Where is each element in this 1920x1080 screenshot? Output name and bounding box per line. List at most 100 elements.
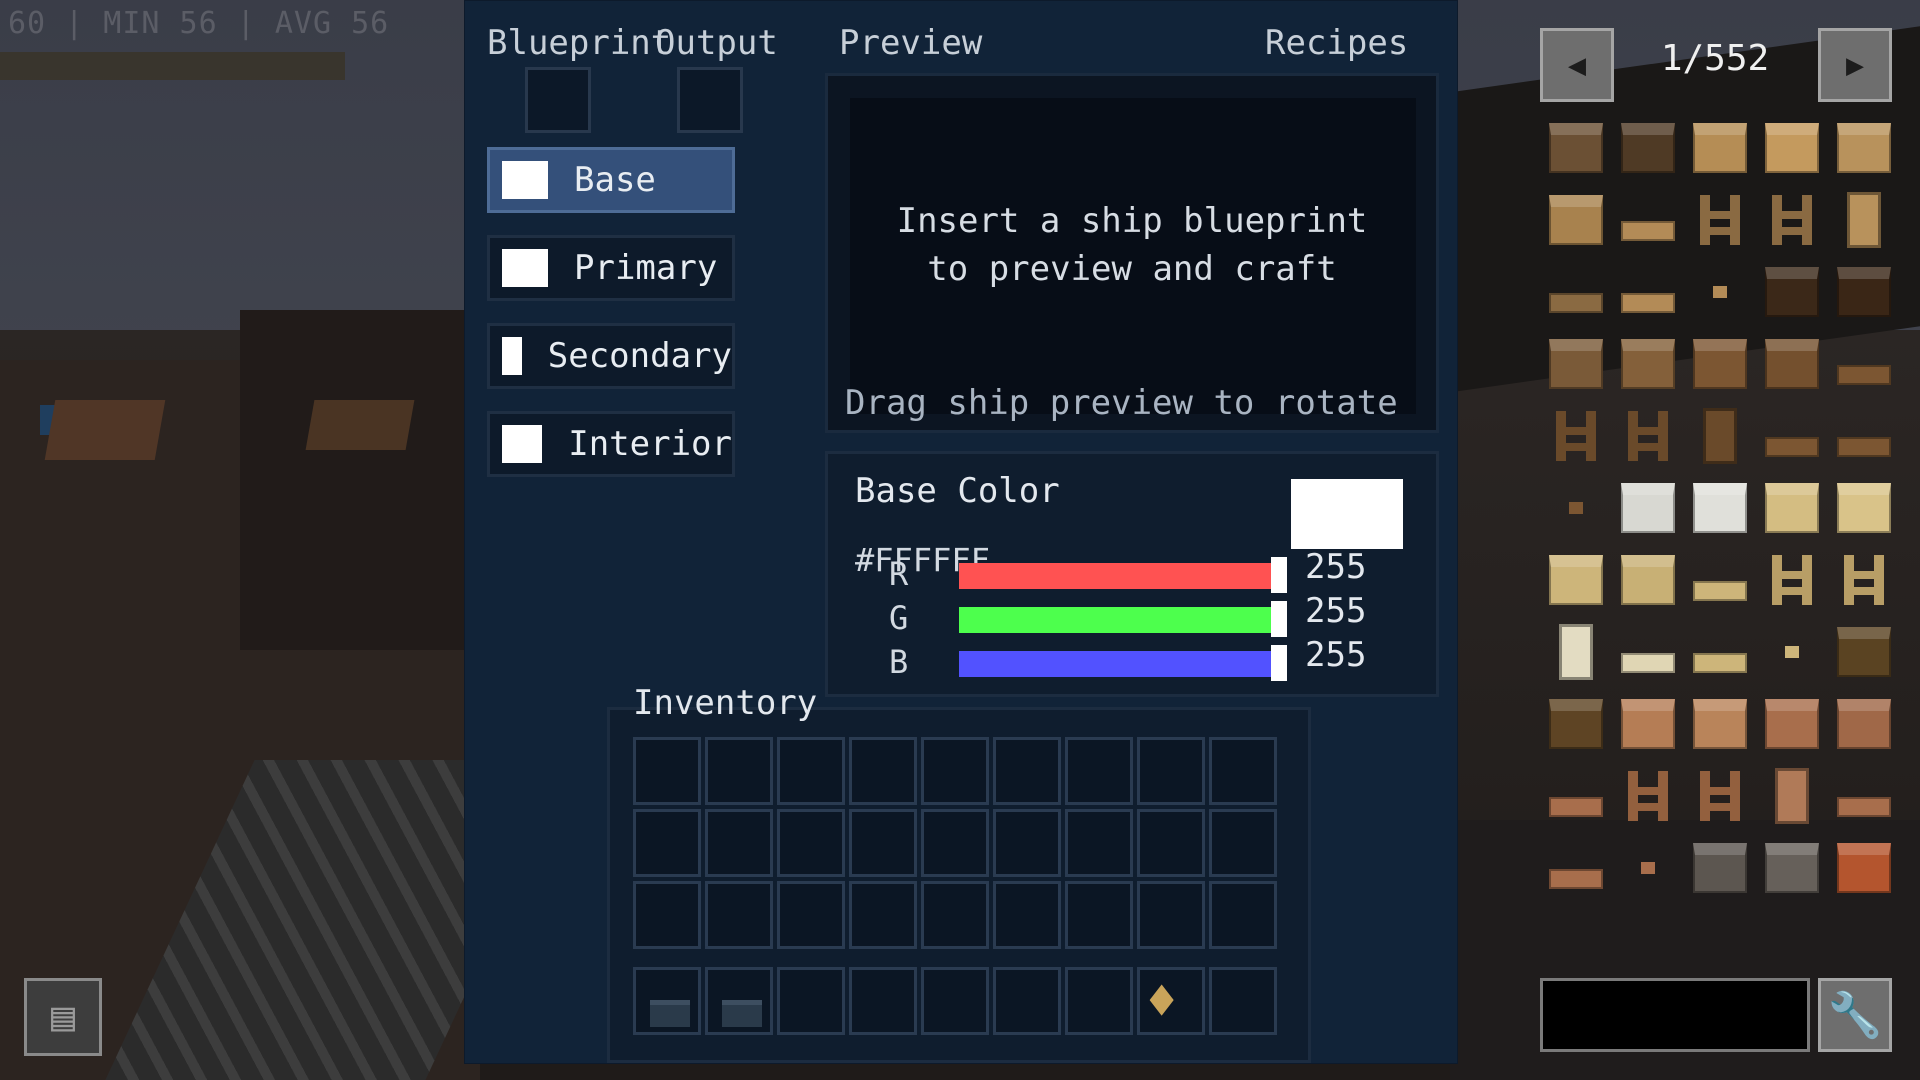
- recipe-item[interactable]: [1540, 760, 1612, 832]
- hotbar-slot[interactable]: [633, 967, 701, 1035]
- layer-button-primary[interactable]: Primary: [487, 235, 735, 301]
- recipe-item[interactable]: [1684, 472, 1756, 544]
- recipe-item[interactable]: [1540, 832, 1612, 904]
- recipe-item[interactable]: [1540, 688, 1612, 760]
- hotbar-slot[interactable]: ♦: [1137, 967, 1205, 1035]
- recipe-item[interactable]: [1756, 616, 1828, 688]
- hotbar-slot[interactable]: [849, 967, 917, 1035]
- recipe-item[interactable]: [1684, 184, 1756, 256]
- recipe-item[interactable]: [1828, 112, 1900, 184]
- recipe-item[interactable]: [1684, 328, 1756, 400]
- green-slider[interactable]: [959, 607, 1275, 633]
- recipe-item[interactable]: [1828, 832, 1900, 904]
- recipe-item[interactable]: [1828, 256, 1900, 328]
- recipe-item[interactable]: [1540, 256, 1612, 328]
- inventory-slot[interactable]: [705, 881, 773, 949]
- recipe-item[interactable]: [1540, 472, 1612, 544]
- recipe-item[interactable]: [1828, 400, 1900, 472]
- inventory-slot[interactable]: [777, 881, 845, 949]
- inventory-slot[interactable]: [777, 737, 845, 805]
- recipe-item[interactable]: [1540, 112, 1612, 184]
- inventory-slot[interactable]: [849, 809, 917, 877]
- recipe-item[interactable]: [1828, 688, 1900, 760]
- inventory-slot[interactable]: [849, 737, 917, 805]
- inventory-slot[interactable]: [633, 809, 701, 877]
- recipe-item[interactable]: [1684, 256, 1756, 328]
- recipe-item[interactable]: [1756, 400, 1828, 472]
- inventory-slot[interactable]: [633, 737, 701, 805]
- recipe-item[interactable]: [1684, 400, 1756, 472]
- recipe-item[interactable]: [1828, 328, 1900, 400]
- inventory-slot[interactable]: [1209, 809, 1277, 877]
- recipe-book-button[interactable]: ▤: [24, 978, 102, 1056]
- inventory-slot[interactable]: [921, 809, 989, 877]
- inventory-slot[interactable]: [1209, 881, 1277, 949]
- recipe-item[interactable]: [1540, 544, 1612, 616]
- recipe-item[interactable]: [1540, 328, 1612, 400]
- inventory-slot[interactable]: [1065, 881, 1133, 949]
- recipe-item[interactable]: [1612, 832, 1684, 904]
- recipe-item[interactable]: [1756, 112, 1828, 184]
- prev-page-button[interactable]: ◀: [1540, 28, 1614, 102]
- hotbar-slot[interactable]: [993, 967, 1061, 1035]
- recipe-item[interactable]: [1828, 544, 1900, 616]
- layer-button-secondary[interactable]: Secondary: [487, 323, 735, 389]
- red-slider-handle[interactable]: [1271, 557, 1287, 593]
- layer-button-base[interactable]: Base: [487, 147, 735, 213]
- recipe-item[interactable]: [1828, 616, 1900, 688]
- recipe-item[interactable]: [1756, 760, 1828, 832]
- recipe-item[interactable]: [1684, 832, 1756, 904]
- inventory-slot[interactable]: [921, 881, 989, 949]
- recipe-item[interactable]: [1684, 112, 1756, 184]
- recipe-item[interactable]: [1612, 256, 1684, 328]
- recipe-item[interactable]: [1756, 832, 1828, 904]
- layer-button-interior[interactable]: Interior: [487, 411, 735, 477]
- blueprint-slot[interactable]: [525, 67, 591, 133]
- inventory-slot[interactable]: [1137, 881, 1205, 949]
- recipe-item[interactable]: [1612, 112, 1684, 184]
- blue-slider[interactable]: [959, 651, 1275, 677]
- recipe-search-input[interactable]: [1540, 978, 1810, 1052]
- recipe-item[interactable]: [1756, 472, 1828, 544]
- recipe-item[interactable]: [1540, 616, 1612, 688]
- hotbar-slot[interactable]: [1065, 967, 1133, 1035]
- inventory-slot[interactable]: [993, 881, 1061, 949]
- recipe-item[interactable]: [1612, 760, 1684, 832]
- recipe-item[interactable]: [1612, 688, 1684, 760]
- hotbar-slot[interactable]: [921, 967, 989, 1035]
- recipe-item[interactable]: [1684, 688, 1756, 760]
- recipe-item[interactable]: [1756, 328, 1828, 400]
- recipe-item[interactable]: [1756, 256, 1828, 328]
- recipe-item[interactable]: [1612, 328, 1684, 400]
- recipe-item[interactable]: [1684, 616, 1756, 688]
- recipe-item[interactable]: [1684, 544, 1756, 616]
- inventory-slot[interactable]: [1137, 737, 1205, 805]
- next-page-button[interactable]: ▶: [1818, 28, 1892, 102]
- hotbar-slot[interactable]: [777, 967, 845, 1035]
- recipe-item[interactable]: [1612, 184, 1684, 256]
- inventory-slot[interactable]: [705, 809, 773, 877]
- recipe-item[interactable]: [1612, 544, 1684, 616]
- inventory-slot[interactable]: [777, 809, 845, 877]
- inventory-slot[interactable]: [1209, 737, 1277, 805]
- recipe-item[interactable]: [1756, 184, 1828, 256]
- inventory-slot[interactable]: [705, 737, 773, 805]
- recipe-item[interactable]: [1612, 616, 1684, 688]
- output-slot[interactable]: [677, 67, 743, 133]
- recipe-item[interactable]: [1756, 544, 1828, 616]
- inventory-slot[interactable]: [1065, 809, 1133, 877]
- inventory-slot[interactable]: [1065, 737, 1133, 805]
- recipe-item[interactable]: [1828, 184, 1900, 256]
- recipe-item[interactable]: [1684, 760, 1756, 832]
- hotbar-slot[interactable]: [1209, 967, 1277, 1035]
- inventory-slot[interactable]: [633, 881, 701, 949]
- inventory-slot[interactable]: [993, 737, 1061, 805]
- recipe-item[interactable]: [1756, 688, 1828, 760]
- recipe-item[interactable]: [1828, 472, 1900, 544]
- green-slider-handle[interactable]: [1271, 601, 1287, 637]
- red-slider[interactable]: [959, 563, 1275, 589]
- blue-slider-handle[interactable]: [1271, 645, 1287, 681]
- recipe-item[interactable]: [1612, 400, 1684, 472]
- inventory-slot[interactable]: [993, 809, 1061, 877]
- recipe-item[interactable]: [1612, 472, 1684, 544]
